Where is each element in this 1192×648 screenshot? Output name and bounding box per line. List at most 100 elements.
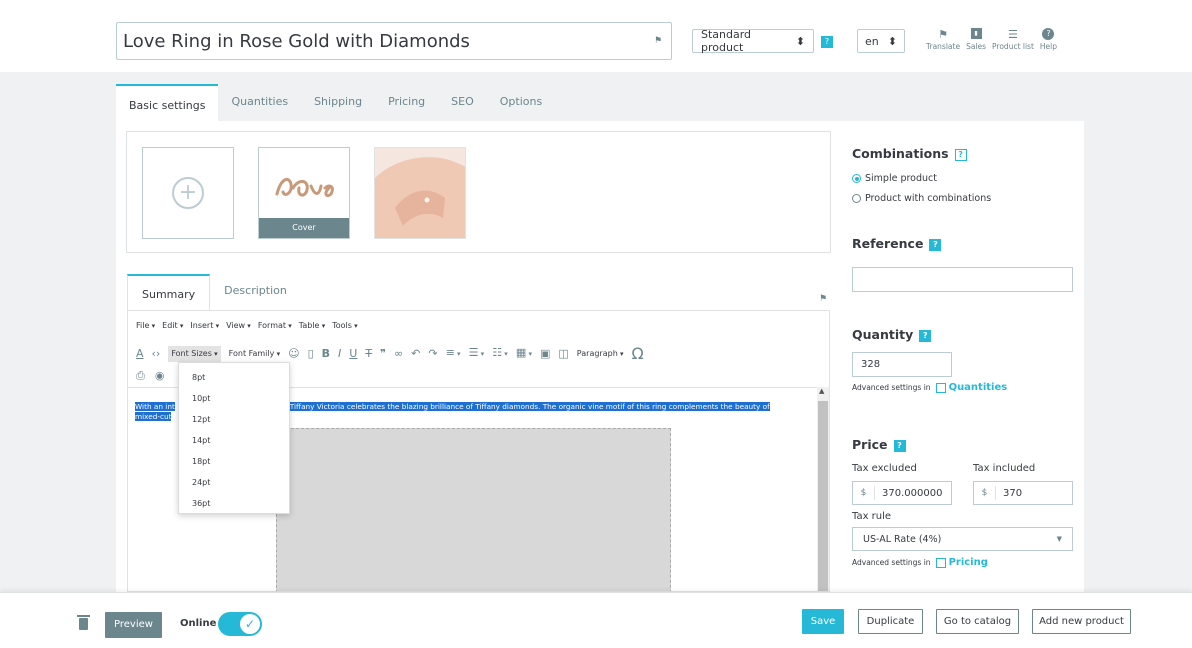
strikethrough-icon[interactable]: T — [365, 346, 372, 362]
price-tax-excluded-input[interactable]: $ 370.000000 — [852, 481, 952, 505]
add-image-button[interactable]: + — [142, 147, 234, 239]
menu-edit[interactable]: Edit — [162, 321, 183, 330]
quantity-input[interactable]: 328 — [852, 352, 952, 377]
header-link-help[interactable]: ? Help — [1040, 28, 1057, 51]
translate-flag-icon[interactable]: ⚑ — [816, 293, 830, 305]
price-help-icon[interactable]: ? — [893, 440, 906, 452]
header-link-translate[interactable]: ⚑ Translate — [926, 28, 960, 51]
tax-excluded-label: Tax excluded — [852, 463, 917, 474]
bold-icon[interactable]: B — [322, 346, 330, 362]
product-image-model[interactable] — [374, 147, 466, 239]
tab-shipping[interactable]: Shipping — [301, 84, 375, 122]
tab-summary[interactable]: Summary — [127, 274, 211, 311]
italic-icon[interactable]: I — [338, 346, 341, 362]
combinations-title: Combinations? — [852, 146, 967, 161]
menu-format[interactable]: Format — [258, 321, 292, 330]
product-type-help-icon[interactable]: ? — [821, 36, 833, 48]
select-arrows-icon: ⬍ — [887, 34, 897, 48]
font-size-option[interactable]: 14pt — [179, 430, 289, 451]
embedded-image-placeholder[interactable] — [276, 428, 671, 591]
header-link-label: Translate — [926, 42, 961, 51]
language-select[interactable]: en ⬍ — [857, 29, 905, 53]
radio-simple-product[interactable]: Simple product — [852, 173, 937, 184]
product-name-value[interactable]: Love Ring in Rose Gold with Diamonds — [123, 31, 651, 52]
scroll-up-icon[interactable]: ▲ — [819, 387, 824, 395]
tab-description[interactable]: Description — [210, 274, 301, 310]
numbered-list-icon[interactable]: ☷ — [492, 345, 508, 362]
reference-input[interactable] — [852, 267, 1073, 292]
tab-basic-settings[interactable]: Basic settings — [116, 84, 219, 122]
bookmark-icon[interactable]: ▯ — [308, 346, 314, 362]
font-family-select[interactable]: Font Family — [229, 346, 280, 362]
table-icon[interactable]: ▦ — [516, 345, 532, 362]
reference-title: Reference? — [852, 236, 942, 251]
trash-icon[interactable] — [77, 615, 90, 630]
menu-file[interactable]: File — [136, 321, 155, 330]
radio-label: Product with combinations — [865, 193, 992, 204]
underline-icon[interactable]: U — [349, 346, 357, 362]
quantities-link[interactable]: Quantities — [949, 382, 1008, 393]
menu-table[interactable]: Table — [299, 321, 325, 330]
cover-label: Cover — [259, 218, 349, 238]
emoticons-icon[interactable]: ☺ — [288, 346, 299, 362]
menu-tools[interactable]: Tools — [332, 321, 357, 330]
product-type-select[interactable]: Standard product ⬍ — [692, 28, 814, 54]
redo-icon[interactable]: ↷ — [428, 346, 437, 362]
align-icon[interactable]: ≡ — [446, 345, 461, 362]
link-icon[interactable]: ∞ — [394, 346, 403, 362]
editor-scrollbar[interactable]: ▲ — [817, 387, 829, 591]
preview-button[interactable]: Preview — [105, 612, 162, 638]
currency-prefix: $ — [853, 486, 875, 500]
image-icon[interactable]: ▣ — [540, 346, 550, 362]
add-new-product-button[interactable]: Add new product — [1032, 609, 1131, 634]
font-size-option[interactable]: 36pt — [179, 493, 289, 514]
print-icon[interactable]: ⎙ — [136, 368, 145, 384]
pricing-link[interactable]: Pricing — [949, 557, 988, 568]
menu-insert[interactable]: Insert — [190, 321, 219, 330]
font-size-option[interactable]: 18pt — [179, 451, 289, 472]
blockquote-icon[interactable]: ❞ — [380, 346, 386, 362]
paragraph-select[interactable]: Paragraph — [577, 346, 624, 362]
font-size-option[interactable]: 8pt — [179, 367, 289, 388]
tax-rule-value: US-AL Rate (4%) — [863, 533, 942, 545]
tab-seo[interactable]: SEO — [438, 84, 487, 122]
special-character-icon[interactable]: Ω — [632, 345, 644, 362]
selected-text: With an int — [135, 402, 175, 411]
menu-view[interactable]: View — [226, 321, 251, 330]
plus-icon: + — [172, 177, 204, 209]
media-icon[interactable]: ◫ — [558, 346, 568, 362]
font-sizes-select[interactable]: Font Sizes — [168, 345, 221, 362]
undo-icon[interactable]: ↶ — [411, 346, 420, 362]
source-code-icon[interactable]: ‹› — [152, 346, 161, 362]
radio-product-with-combinations[interactable]: Product with combinations — [852, 193, 991, 204]
reference-help-icon[interactable]: ? — [929, 239, 942, 251]
price-tax-included-input[interactable]: $ 370 — [973, 481, 1073, 505]
text-color-icon[interactable]: A — [136, 346, 144, 362]
help-icon: ? — [1042, 28, 1055, 40]
bullet-list-icon[interactable]: ☰ — [469, 345, 485, 362]
tax-rule-select[interactable]: US-AL Rate (4%) ▼ — [852, 527, 1073, 551]
tab-quantities[interactable]: Quantities — [218, 84, 301, 122]
font-size-option[interactable]: 10pt — [179, 388, 289, 409]
product-type-value: Standard product — [701, 28, 752, 54]
quantity-value: 328 — [861, 359, 881, 370]
save-button[interactable]: Save — [802, 609, 844, 634]
combinations-help-icon[interactable]: ? — [954, 149, 967, 161]
quantity-help-icon[interactable]: ? — [919, 330, 932, 342]
tab-pricing[interactable]: Pricing — [375, 84, 438, 122]
scrollbar-thumb[interactable] — [818, 401, 828, 591]
online-toggle[interactable]: ✓ — [218, 612, 262, 636]
font-size-option[interactable]: 24pt — [179, 472, 289, 493]
font-size-option[interactable]: 12pt — [179, 409, 289, 430]
duplicate-button[interactable]: Duplicate — [858, 609, 923, 634]
tax-included-label: Tax included — [973, 463, 1036, 474]
tab-options[interactable]: Options — [487, 84, 555, 122]
check-icon: ✓ — [239, 613, 261, 635]
go-to-catalog-button[interactable]: Go to catalog — [936, 609, 1019, 634]
header-link-product-list[interactable]: ☰ Product list — [992, 28, 1034, 51]
product-image-cover[interactable]: Cover — [258, 147, 350, 239]
translate-flag-icon[interactable]: ⚑ — [651, 35, 665, 47]
product-name-input[interactable]: Love Ring in Rose Gold with Diamonds ⚑ — [116, 22, 672, 60]
preview-icon[interactable]: ◉ — [155, 368, 165, 384]
header-link-sales[interactable]: ▮ Sales — [966, 28, 986, 51]
